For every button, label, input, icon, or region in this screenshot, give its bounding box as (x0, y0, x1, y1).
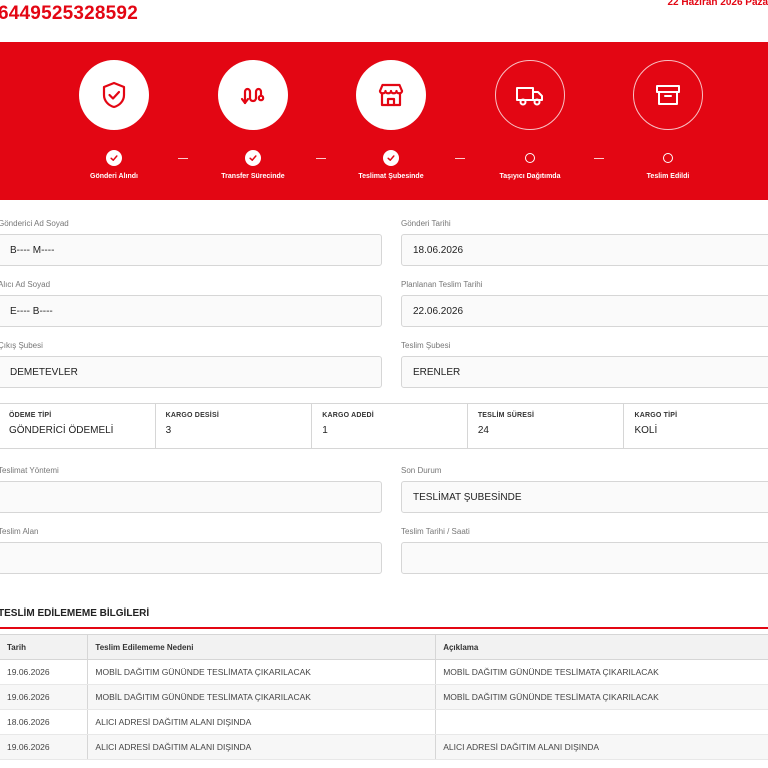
step-connector (455, 158, 465, 159)
delivery-branch-field: ERENLER (401, 356, 768, 388)
info-value: GÖNDERİCİ ÖDEMELİ (9, 425, 114, 436)
sender-label: Gönderici Ad Soyad (0, 219, 69, 228)
info-value: 24 (477, 425, 489, 436)
cell-description: MOBİL DAĞITIM GÜNÜNDE TESLİMATA ÇIKARILA… (435, 659, 768, 685)
step-label: Teslim Edildi (646, 173, 690, 180)
delivery-branch-label: Teslim Şubesi (401, 341, 451, 350)
table-row: 19.06.2026 MOBİL DAĞITIM GÜNÜNDE TESLİMA… (0, 659, 768, 685)
pending-dot-icon (663, 153, 673, 163)
cell-reason: ALICI ADRESİ DAĞITIM ALANI DIŞINDA (87, 709, 437, 735)
last-status-field: TESLİMAT ŞUBESİNDE (401, 481, 768, 513)
cargo-desi-cell: KARGO DESİSİ 3 (156, 404, 313, 448)
last-status-label: Son Durum (401, 466, 442, 475)
step-label: Transfer Sürecinde (221, 173, 285, 180)
payment-type-cell: ÖDEME TİPİ GÖNDERİCİ ÖDEMELİ (0, 404, 156, 448)
column-header-date: Tarih (0, 634, 89, 660)
ship-date-field: 18.06.2026 (401, 234, 768, 266)
info-key: KARGO TİPİ (634, 412, 678, 419)
route-icon (218, 60, 288, 130)
step-branch: Teslimat Şubesinde (331, 42, 451, 200)
cell-description (435, 709, 768, 735)
delivery-datetime-field (401, 542, 768, 574)
info-key: KARGO ADEDİ (322, 412, 374, 419)
cargo-count-cell: KARGO ADEDİ 1 (312, 404, 468, 448)
cell-description: ALICI ADRESİ DAĞITIM ALANI DIŞINDA (435, 734, 768, 760)
receiver-field: E---- B---- (0, 295, 382, 327)
origin-branch-field: DEMETEVLER (0, 356, 382, 388)
column-header-description: Açıklama (435, 634, 768, 660)
step-label: Teslimat Şubesinde (358, 173, 424, 180)
sender-field: B---- M---- (0, 234, 382, 266)
step-out-for-delivery: Taşıyıcı Dağıtımda (470, 42, 590, 200)
info-value: 3 (165, 425, 172, 436)
cell-reason: MOBİL DAĞITIM GÜNÜNDE TESLİMATA ÇIKARILA… (87, 684, 437, 710)
tracking-number: 6449525328592 (0, 3, 138, 24)
planned-date-label: Planlanan Teslim Tarihi (401, 280, 483, 289)
origin-branch-label: Çıkış Şubesi (0, 341, 43, 350)
store-icon (356, 60, 426, 130)
step-connector (594, 158, 604, 159)
non-delivery-table: Tarih Teslim Edilememe Nedeni Açıklama 1… (0, 634, 768, 760)
pending-dot-icon (525, 153, 535, 163)
delivery-time-cell: TESLİM SÜRESİ 24 (468, 404, 625, 448)
info-key: ÖDEME TİPİ (9, 412, 52, 419)
shield-check-icon (79, 60, 149, 130)
cargo-type-cell: KARGO TİPİ KOLİ (624, 404, 768, 448)
cell-date: 18.06.2026 (0, 709, 89, 735)
shipment-progress-tracker: Gönderi Alındı Transfer Sürecinde Teslim… (0, 42, 768, 200)
delivery-method-label: Teslimat Yöntemi (0, 466, 59, 475)
table-row: 19.06.2026 ALICI ADRESİ DAĞITIM ALANI DI… (0, 734, 768, 760)
step-label: Gönderi Alındı (90, 173, 138, 180)
info-key: KARGO DESİSİ (165, 412, 219, 419)
info-value: KOLİ (634, 425, 658, 436)
step-connector (316, 158, 326, 159)
planned-date-field: 22.06.2026 (401, 295, 768, 327)
receiver-label: Alıcı Ad Soyad (0, 280, 51, 289)
table-row: 19.06.2026 MOBİL DAĞITIM GÜNÜNDE TESLİMA… (0, 684, 768, 710)
check-icon (106, 150, 122, 166)
non-delivery-title: TESLİM EDİLEMEME BİLGİLERİ (0, 608, 150, 619)
cell-date: 19.06.2026 (0, 734, 89, 760)
step-label: Taşıyıcı Dağıtımda (499, 173, 561, 180)
cell-reason: ALICI ADRESİ DAĞITIM ALANI DIŞINDA (87, 734, 437, 760)
table-row: 18.06.2026 ALICI ADRESİ DAĞITIM ALANI DI… (0, 709, 768, 735)
cell-description: MOBİL DAĞITIM GÜNÜNDE TESLİMATA ÇIKARILA… (435, 684, 768, 710)
info-key: TESLİM SÜRESİ (477, 412, 535, 419)
archive-box-icon (633, 60, 703, 130)
recipient-field (0, 542, 382, 574)
check-icon (245, 150, 261, 166)
step-received: Gönderi Alındı (54, 42, 174, 200)
step-connector (178, 158, 188, 159)
shipment-info-strip: ÖDEME TİPİ GÖNDERİCİ ÖDEMELİ KARGO DESİS… (0, 403, 768, 449)
step-transfer: Transfer Sürecinde (193, 42, 313, 200)
check-icon (383, 150, 399, 166)
delivery-method-field (0, 481, 382, 513)
current-date: 22 Haziran 2026 Pazar (667, 0, 768, 8)
delivery-datetime-label: Teslim Tarihi / Saati (401, 527, 470, 536)
cell-reason: MOBİL DAĞITIM GÜNÜNDE TESLİMATA ÇIKARILA… (87, 659, 437, 685)
section-divider (0, 627, 768, 629)
ship-date-label: Gönderi Tarihi (401, 219, 451, 228)
info-value: 1 (322, 425, 328, 436)
column-header-reason: Teslim Edilememe Nedeni (87, 634, 437, 660)
cell-date: 19.06.2026 (0, 659, 89, 685)
step-delivered: Teslim Edildi (608, 42, 728, 200)
recipient-label: Teslim Alan (0, 527, 39, 536)
table-header-row: Tarih Teslim Edilememe Nedeni Açıklama (0, 634, 768, 660)
cell-date: 19.06.2026 (0, 684, 89, 710)
truck-icon (495, 60, 565, 130)
